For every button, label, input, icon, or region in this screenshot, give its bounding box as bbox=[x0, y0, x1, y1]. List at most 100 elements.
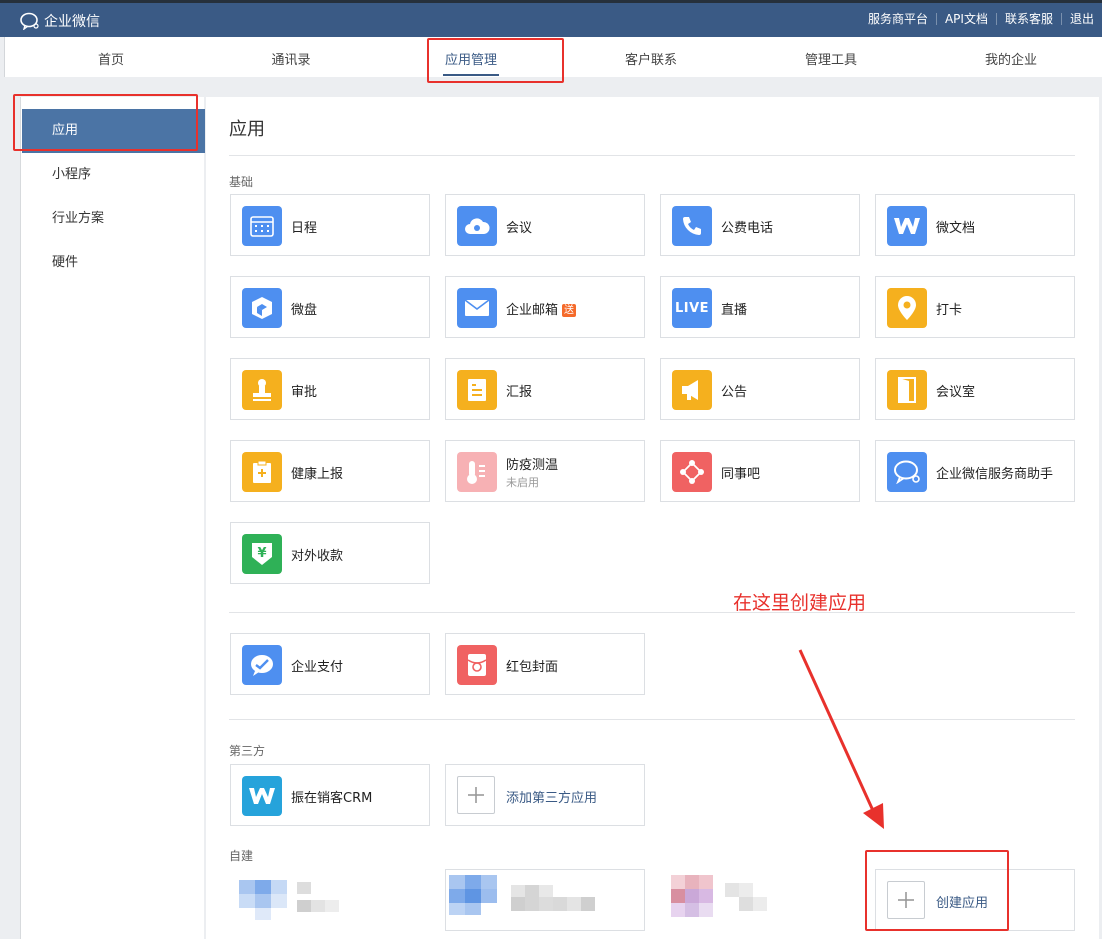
app-name: 企业邮箱送 bbox=[506, 299, 577, 318]
app-card-crm[interactable]: 振在销客CRM bbox=[230, 764, 430, 826]
app-name: 对外收款 bbox=[291, 549, 344, 564]
app-card-enterprise-pay[interactable]: 企业支付 bbox=[230, 633, 430, 695]
app-card-meeting-room[interactable]: 会议室 bbox=[875, 358, 1075, 420]
app-status: 未启用 bbox=[506, 476, 539, 489]
cube-icon bbox=[242, 288, 282, 328]
blurred-app-icon bbox=[449, 875, 609, 924]
thermometer-icon bbox=[457, 452, 497, 492]
sidebar-item-mini-programs[interactable]: 小程序 bbox=[22, 153, 205, 197]
tab-home[interactable]: 首页 bbox=[98, 49, 124, 68]
app-name: 微盘 bbox=[291, 303, 318, 318]
app-card-meeting[interactable]: 会议 bbox=[445, 194, 645, 256]
cloud-meeting-icon bbox=[457, 206, 497, 246]
page-title: 应用 bbox=[229, 119, 265, 140]
highlight-create-app bbox=[865, 850, 1009, 931]
app-name: 健康上报 bbox=[291, 467, 344, 482]
live-icon: LIVE bbox=[672, 288, 712, 328]
location-pin-icon bbox=[887, 288, 927, 328]
tab-contacts[interactable]: 通讯录 bbox=[271, 49, 310, 68]
custom-app-card[interactable] bbox=[660, 869, 860, 931]
sidebar-item-hardware[interactable]: 硬件 bbox=[22, 241, 205, 285]
app-name: 会议室 bbox=[936, 385, 976, 400]
add-third-party-app-button[interactable]: 添加第三方应用 bbox=[445, 764, 645, 826]
health-clipboard-icon bbox=[242, 452, 282, 492]
top-bar: 企业微信 服务商平台 API文档 联系客服 退出 bbox=[0, 0, 1102, 37]
network-icon bbox=[672, 452, 712, 492]
app-card-live[interactable]: LIVE 直播 bbox=[660, 276, 860, 338]
section-label-basic: 基础 bbox=[229, 175, 254, 189]
yuan-shield-icon: ¥ bbox=[242, 534, 282, 574]
custom-app-card[interactable] bbox=[445, 869, 645, 931]
app-name: 打卡 bbox=[936, 303, 963, 318]
custom-app-card[interactable] bbox=[230, 869, 430, 931]
divider bbox=[229, 719, 1075, 720]
add-third-party-label: 添加第三方应用 bbox=[506, 791, 598, 806]
top-links: 服务商平台 API文档 联系客服 退出 bbox=[860, 13, 1102, 25]
app-card-check-in[interactable]: 打卡 bbox=[875, 276, 1075, 338]
gift-badge: 送 bbox=[562, 304, 577, 317]
app-card-public-phone[interactable]: 公费电话 bbox=[660, 194, 860, 256]
app-card-health-report[interactable]: 健康上报 bbox=[230, 440, 430, 502]
app-card-report[interactable]: 汇报 bbox=[445, 358, 645, 420]
app-name: 公告 bbox=[721, 385, 748, 400]
report-icon bbox=[457, 370, 497, 410]
section-label-third-party: 第三方 bbox=[229, 744, 266, 758]
app-name: 日程 bbox=[291, 221, 318, 236]
highlight-app-management bbox=[427, 38, 564, 83]
app-card-temperature-check[interactable]: 防疫测温 未启用 bbox=[445, 440, 645, 502]
app-name: 企业微信服务商助手 bbox=[936, 467, 1054, 482]
app-name: 直播 bbox=[721, 303, 748, 318]
payment-icon bbox=[242, 645, 282, 685]
main-panel: 应用 基础 日程 会议 公费电话 微文档 微盘 企业邮箱 送 LIVE 直播 打… bbox=[206, 97, 1099, 939]
app-name: 同事吧 bbox=[721, 467, 761, 482]
crm-w-icon bbox=[242, 776, 282, 816]
section-label-custom: 自建 bbox=[229, 849, 254, 863]
app-card-colleague-bar[interactable]: 同事吧 bbox=[660, 440, 860, 502]
stamp-icon bbox=[242, 370, 282, 410]
tab-customer-contact[interactable]: 客户联系 bbox=[625, 49, 677, 68]
app-card-wedoc[interactable]: 微文档 bbox=[875, 194, 1075, 256]
divider bbox=[229, 612, 1075, 613]
app-card-enterprise-mail[interactable]: 企业邮箱送 bbox=[445, 276, 645, 338]
red-packet-icon bbox=[457, 645, 497, 685]
door-icon bbox=[887, 370, 927, 410]
app-card-external-payment[interactable]: ¥ 对外收款 bbox=[230, 522, 430, 584]
sidebar-item-industry-solutions[interactable]: 行业方案 bbox=[22, 197, 205, 241]
app-logo[interactable]: 企业微信 bbox=[20, 11, 100, 31]
app-card-approval[interactable]: 审批 bbox=[230, 358, 430, 420]
sidebar: 应用 小程序 行业方案 硬件 bbox=[20, 97, 205, 939]
app-name: 红包封面 bbox=[506, 660, 559, 675]
highlight-sidebar-apps bbox=[13, 94, 198, 151]
wecom-logo-icon bbox=[20, 12, 39, 30]
blurred-app-icon bbox=[239, 880, 349, 924]
link-service-provider[interactable]: 服务商平台 bbox=[860, 13, 936, 25]
logo-text: 企业微信 bbox=[44, 14, 100, 30]
blurred-app-icon bbox=[671, 875, 791, 929]
link-contact-support[interactable]: 联系客服 bbox=[995, 13, 1061, 25]
app-card-service-assistant[interactable]: 企业微信服务商助手 bbox=[875, 440, 1075, 502]
phone-icon bbox=[672, 206, 712, 246]
calendar-icon bbox=[242, 206, 282, 246]
app-name: 公费电话 bbox=[721, 221, 774, 236]
chat-bubbles-icon bbox=[887, 452, 927, 492]
svg-text:¥: ¥ bbox=[257, 546, 266, 561]
annotation-text: 在这里创建应用 bbox=[733, 592, 867, 614]
app-name: 企业支付 bbox=[291, 660, 344, 675]
app-name: 审批 bbox=[291, 385, 318, 400]
link-api-docs[interactable]: API文档 bbox=[935, 13, 996, 25]
megaphone-icon bbox=[672, 370, 712, 410]
tab-my-enterprise[interactable]: 我的企业 bbox=[985, 49, 1037, 68]
divider bbox=[229, 155, 1075, 156]
app-name-text: 企业邮箱 bbox=[506, 303, 559, 318]
app-name: 振在销客CRM bbox=[291, 791, 373, 806]
app-card-wedrive[interactable]: 微盘 bbox=[230, 276, 430, 338]
mail-icon bbox=[457, 288, 497, 328]
link-logout[interactable]: 退出 bbox=[1060, 13, 1102, 25]
app-card-schedule[interactable]: 日程 bbox=[230, 194, 430, 256]
app-card-announcement[interactable]: 公告 bbox=[660, 358, 860, 420]
annotation-arrow-icon bbox=[798, 649, 884, 829]
document-w-icon bbox=[887, 206, 927, 246]
tab-admin-tools[interactable]: 管理工具 bbox=[805, 49, 857, 68]
app-card-red-packet-cover[interactable]: 红包封面 bbox=[445, 633, 645, 695]
app-name: 微文档 bbox=[936, 221, 976, 236]
